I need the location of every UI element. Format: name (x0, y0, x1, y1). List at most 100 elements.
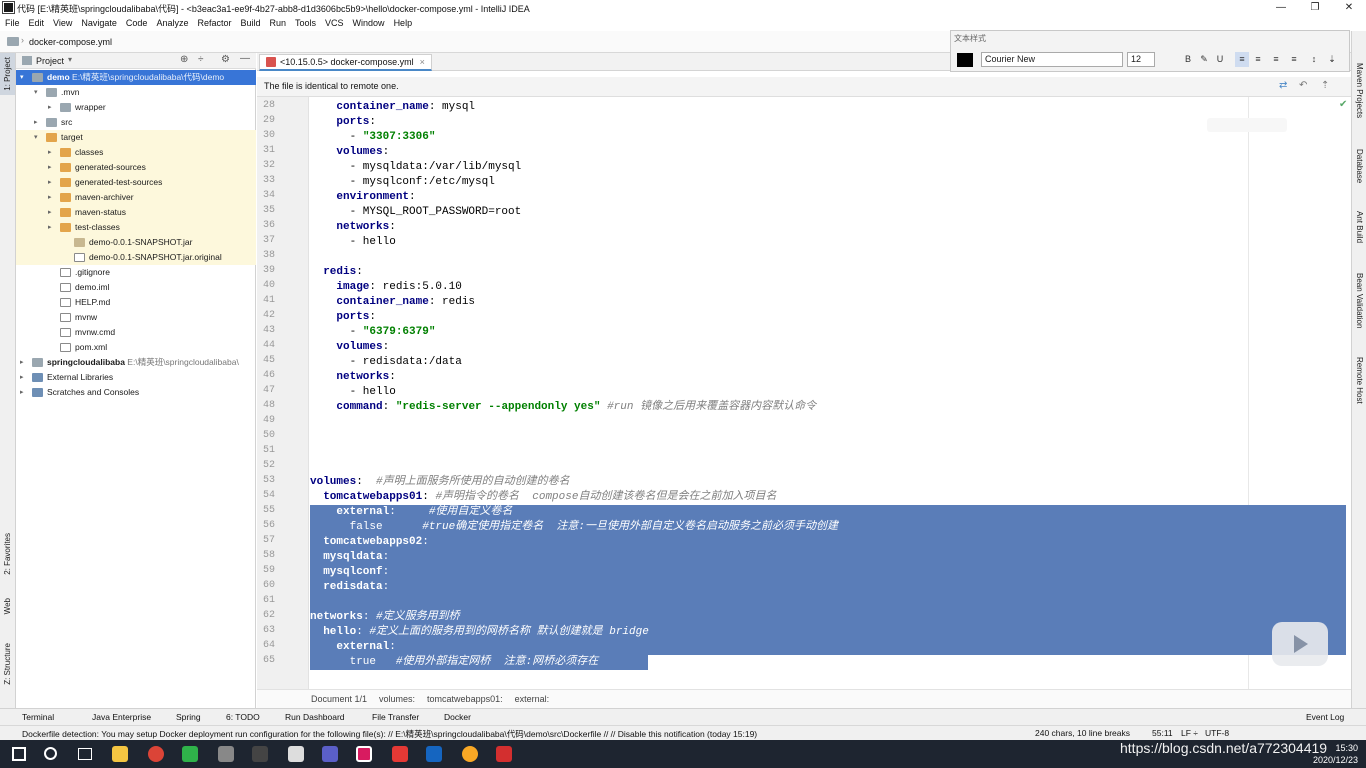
dropdown-icon[interactable]: ▾ (68, 55, 72, 64)
status-message[interactable]: Dockerfile detection: You may setup Dock… (22, 728, 1002, 740)
tool-file-transfer[interactable]: File Transfer (372, 712, 419, 722)
code-line[interactable]: ports: (310, 115, 376, 130)
tree-item[interactable]: ▸ classes (16, 145, 256, 160)
crumb-tomcatwebapps01[interactable]: tomcatwebapps01: (427, 694, 503, 704)
tree-item[interactable]: ▸ Scratches and Consoles (16, 385, 256, 400)
menu-code[interactable]: Code (126, 18, 148, 28)
app-green-icon[interactable] (182, 746, 198, 762)
code-line[interactable]: - "6379:6379" (310, 325, 436, 340)
tool-run-dashboard[interactable]: Run Dashboard (285, 712, 345, 722)
status-caret-position[interactable]: 55:11 (1152, 728, 1173, 738)
tab-remote-host[interactable]: Remote Host (1355, 357, 1364, 404)
tool-terminal[interactable]: Terminal (22, 712, 54, 722)
chevron-right-icon[interactable]: ▸ (48, 220, 56, 235)
close-button[interactable]: ✕ (1332, 0, 1366, 16)
code-line[interactable]: redisdata: (310, 580, 389, 595)
tree-item[interactable]: demo.iml (16, 280, 256, 295)
chevron-right-icon[interactable]: ▸ (48, 175, 56, 190)
chevron-right-icon[interactable]: ▸ (48, 205, 56, 220)
collapse-icon[interactable]: ÷ (198, 54, 204, 65)
tree-item[interactable]: ▸ generated-test-sources (16, 175, 256, 190)
code-line[interactable]: volumes: (310, 340, 389, 355)
tree-item[interactable]: ▸ maven-status (16, 205, 256, 220)
chevron-right-icon[interactable]: ▸ (48, 160, 56, 175)
status-line-separator[interactable]: LF ÷ (1181, 728, 1198, 738)
upload-icon[interactable]: ⇡ (1321, 80, 1329, 91)
underline-icon[interactable]: U (1213, 52, 1227, 67)
font-color-swatch[interactable] (957, 53, 973, 67)
minimize-button[interactable]: — (1264, 0, 1298, 16)
chevron-right-icon[interactable]: ▸ (20, 355, 28, 370)
app-yellow-icon[interactable] (462, 746, 478, 762)
code-line[interactable]: mysqldata: (310, 550, 389, 565)
chevron-right-icon[interactable]: ▸ (48, 190, 56, 205)
code-line[interactable]: external: #使用自定义卷名 (310, 505, 512, 520)
line-spacing-icon[interactable]: ↕ (1307, 52, 1321, 67)
code-line[interactable]: redis: (310, 265, 363, 280)
hide-panel-icon[interactable]: — (240, 53, 250, 64)
tab-close-icon[interactable]: × (420, 55, 425, 70)
menu-build[interactable]: Build (240, 18, 260, 28)
tool-event-log[interactable]: Event Log (1306, 712, 1344, 722)
chevron-down-icon[interactable]: ▾ (20, 70, 28, 85)
code-line[interactable]: - hello (310, 235, 396, 250)
app-dark-icon[interactable] (252, 746, 268, 762)
menu-view[interactable]: View (53, 18, 72, 28)
code-line[interactable]: environment: (310, 190, 415, 205)
code-line[interactable]: container_name: redis (310, 295, 475, 310)
chrome-icon[interactable] (148, 746, 164, 762)
search-icon[interactable] (44, 747, 57, 760)
code-line[interactable]: volumes: (310, 145, 389, 160)
tool-todo[interactable]: 6: TODO (226, 712, 260, 722)
xmind-icon[interactable] (392, 746, 408, 762)
menu-analyze[interactable]: Analyze (156, 18, 188, 28)
font-size-select[interactable]: 12 (1127, 52, 1155, 67)
menu-file[interactable]: File (5, 18, 20, 28)
menu-run[interactable]: Run (270, 18, 287, 28)
tree-item[interactable]: ▾ .mvn (16, 85, 256, 100)
chevron-right-icon[interactable]: ▸ (48, 145, 56, 160)
tree-item[interactable]: demo-0.0.1-SNAPSHOT.jar.original (16, 250, 256, 265)
intellij-taskbar-icon[interactable] (356, 746, 372, 762)
maximize-button[interactable]: ❐ (1298, 0, 1332, 16)
code-line[interactable]: false #true确定使用指定卷名 注意:一旦使用外部自定义卷名启动服务之前… (310, 520, 838, 535)
file-explorer-icon[interactable] (112, 746, 128, 762)
tree-item[interactable]: ▾ target (16, 130, 256, 145)
code-line[interactable]: true #使用外部指定网桥 注意:网桥必须存在 (310, 655, 599, 670)
code-line[interactable]: hello: #定义上面的服务用到的网桥名称 默认创建就是 bridge (310, 625, 649, 640)
gear-icon[interactable]: ⚙ (221, 54, 230, 65)
menu-refactor[interactable]: Refactor (197, 18, 231, 28)
code-line[interactable]: container_name: mysql (310, 100, 475, 115)
tool-docker[interactable]: Docker (444, 712, 471, 722)
crumb-volumes[interactable]: volumes: (379, 694, 415, 704)
crumb-external[interactable]: external: (515, 694, 550, 704)
code-line[interactable]: - "3307:3306" (310, 130, 436, 145)
chevron-right-icon[interactable]: ▸ (48, 100, 56, 115)
tree-item[interactable]: mvnw.cmd (16, 325, 256, 340)
tree-item[interactable]: ▸ test-classes (16, 220, 256, 235)
menu-navigate[interactable]: Navigate (81, 18, 117, 28)
align-justify-icon[interactable]: ≡ (1287, 52, 1301, 67)
tab-favorites[interactable]: 2: Favorites (3, 533, 12, 575)
align-center-icon[interactable]: ≡ (1251, 52, 1265, 67)
chevron-right-icon[interactable]: ▸ (20, 370, 28, 385)
chevron-right-icon[interactable]: ▸ (34, 115, 42, 130)
code-line[interactable]: command: "redis-server --appendonly yes"… (310, 400, 816, 415)
code-line[interactable]: mysqlconf: (310, 565, 389, 580)
code-line[interactable]: image: redis:5.0.10 (310, 280, 461, 295)
video-player-logo[interactable] (1272, 622, 1328, 666)
app-blue-icon[interactable] (426, 746, 442, 762)
tree-item[interactable]: HELP.md (16, 295, 256, 310)
sync-icon[interactable]: ⇄ (1279, 80, 1287, 91)
menu-window[interactable]: Window (353, 18, 385, 28)
tree-item[interactable]: ▸ src (16, 115, 256, 130)
crumb-document[interactable]: Document 1/1 (311, 694, 367, 704)
code-line[interactable]: networks: (310, 370, 395, 385)
tool-spring[interactable]: Spring (176, 712, 201, 722)
code-line[interactable]: networks: #定义服务用到桥 (310, 610, 460, 625)
menu-vcs[interactable]: VCS (325, 18, 344, 28)
code-line[interactable]: ports: (310, 310, 376, 325)
code-line[interactable]: volumes: #声明上面服务所使用的自动创建的卷名 (310, 475, 570, 490)
code-line[interactable]: - mysqlconf:/etc/mysql (310, 175, 495, 190)
menu-edit[interactable]: Edit (29, 18, 45, 28)
